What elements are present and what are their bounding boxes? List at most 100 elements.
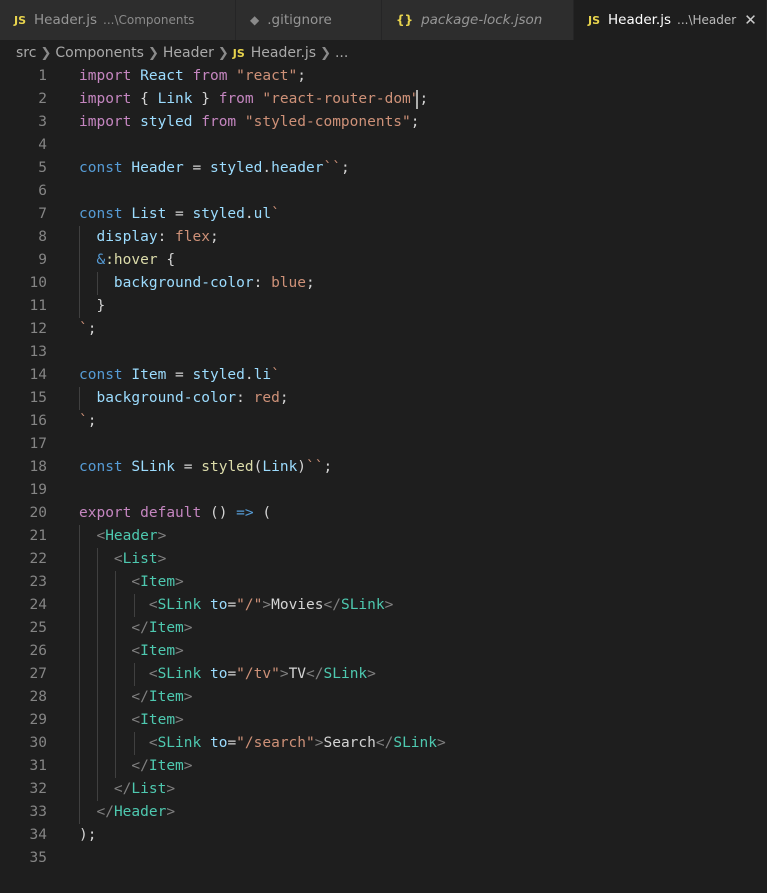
code-text: display: flex;: [79, 226, 218, 249]
code-line[interactable]: 21 <Header>: [0, 525, 767, 548]
code-line[interactable]: 20 export default () => (: [0, 502, 767, 525]
code-token: >: [175, 712, 184, 728]
code-text: const Header = styled.header``;: [79, 157, 350, 180]
code-token: import: [79, 91, 132, 107]
code-text: </Item>: [79, 686, 192, 709]
code-text: <List>: [79, 548, 166, 571]
code-text: import React from "react";: [79, 65, 306, 88]
code-text: `;: [79, 410, 96, 433]
code-line[interactable]: 22 <List>: [0, 548, 767, 571]
line-number: 31: [29, 758, 47, 774]
breadcrumb-item-components[interactable]: Components: [55, 45, 144, 61]
code-line[interactable]: 32 </List>: [0, 778, 767, 801]
code-token: styled: [131, 114, 202, 130]
code-line[interactable]: 10 background-color: blue;: [0, 272, 767, 295]
code-text: <Header>: [79, 525, 166, 548]
code-token: List: [131, 781, 167, 797]
code-token: `: [271, 367, 280, 383]
code-line[interactable]: 5 const Header = styled.header``;: [0, 157, 767, 180]
code-token: ;: [340, 160, 350, 176]
gitignore-file-icon: ◆: [250, 13, 260, 27]
code-token: `: [271, 206, 280, 222]
line-number: 18: [29, 459, 47, 475]
line-number: 33: [29, 804, 47, 820]
tab-header-active[interactable]: JS Header.js ...\Header ✕: [574, 0, 767, 40]
code-text: </Header>: [79, 801, 175, 824]
code-line[interactable]: 34);: [0, 824, 767, 847]
code-token: :: [157, 229, 176, 245]
code-text: import styled from "styled-components";: [79, 111, 420, 134]
breadcrumb-item-file[interactable]: Header.js: [251, 45, 316, 61]
code-token: =: [166, 206, 193, 222]
breadcrumb-item-header[interactable]: Header: [163, 45, 214, 61]
code-token: Item: [148, 620, 184, 636]
code-token: Header: [113, 804, 167, 820]
code-line[interactable]: 12 `;: [0, 318, 767, 341]
js-file-icon: JS: [232, 46, 245, 60]
code-token: const: [79, 206, 123, 222]
tab-gitignore[interactable]: ◆ .gitignore: [236, 0, 382, 40]
code-line[interactable]: 8 display: flex;: [0, 226, 767, 249]
code-token: to: [209, 597, 228, 613]
code-editor[interactable]: 1 import React from "react"; 2 import { Lin…: [0, 66, 767, 893]
code-line[interactable]: 15 background-color: red;: [0, 387, 767, 410]
code-line[interactable]: 16 `;: [0, 410, 767, 433]
code-token: (: [253, 505, 272, 521]
code-token: SLink: [157, 597, 202, 613]
line-number: 35: [29, 850, 47, 866]
code-token: ;: [297, 68, 306, 84]
chevron-right-icon: ❯: [320, 45, 331, 61]
indent-guide: [133, 663, 135, 686]
line-number: 2: [38, 91, 47, 107]
code-line[interactable]: 17: [0, 433, 767, 456]
code-line[interactable]: 13: [0, 341, 767, 364]
code-token: Search: [323, 735, 376, 751]
code-token: SLink: [122, 459, 176, 475]
code-token: </: [306, 666, 324, 682]
line-number: 24: [29, 597, 47, 613]
code-line[interactable]: 18 const SLink = styled(Link)``;: [0, 456, 767, 479]
code-line[interactable]: 2 import { Link } from "react-router-dom"…: [0, 88, 767, 111]
code-line[interactable]: 1 import React from "react";: [0, 65, 767, 88]
breadcrumb-item-src[interactable]: src: [16, 45, 36, 61]
code-line[interactable]: 19: [0, 479, 767, 502]
code-token: SLink: [157, 735, 202, 751]
code-line[interactable]: 9 &:hover {: [0, 249, 767, 272]
tab-header-components[interactable]: JS Header.js ...\Components: [0, 0, 236, 40]
line-number: 4: [38, 137, 47, 153]
code-text: const SLink = styled(Link)``;: [79, 456, 332, 479]
code-line[interactable]: 3 import styled from "styled-components";: [0, 111, 767, 134]
code-token: SLink: [323, 666, 368, 682]
code-token: >: [437, 735, 446, 751]
code-line[interactable]: 33 </Header>: [0, 801, 767, 824]
code-token: blue: [271, 275, 306, 291]
code-token: >: [183, 758, 193, 774]
code-token: const: [79, 367, 123, 383]
code-line[interactable]: 6: [0, 180, 767, 203]
code-token: ``: [306, 459, 324, 475]
tab-package-lock[interactable]: {} package-lock.json: [382, 0, 574, 40]
code-line[interactable]: 4: [0, 134, 767, 157]
code-token: List: [122, 551, 158, 567]
code-token: =: [166, 367, 193, 383]
code-line[interactable]: 7 const List = styled.ul`: [0, 203, 767, 226]
code-token: ;: [419, 91, 429, 107]
code-line[interactable]: 11 }: [0, 295, 767, 318]
code-token: >: [157, 528, 167, 544]
code-line[interactable]: 35: [0, 847, 767, 870]
close-icon[interactable]: ✕: [744, 11, 757, 29]
text-cursor: [415, 90, 418, 109]
breadcrumb-item-symbols[interactable]: ...: [335, 45, 348, 61]
line-number: 21: [29, 528, 47, 544]
indent-guide: [79, 525, 80, 824]
tab-description: ...\Header: [677, 13, 737, 27]
code-token: SLink: [393, 735, 437, 751]
code-text: <SLink to="/">Movies</SLink>: [79, 594, 394, 617]
code-token: :: [236, 390, 254, 406]
code-token: from: [218, 91, 254, 107]
code-line[interactable]: 14 const Item = styled.li`: [0, 364, 767, 387]
